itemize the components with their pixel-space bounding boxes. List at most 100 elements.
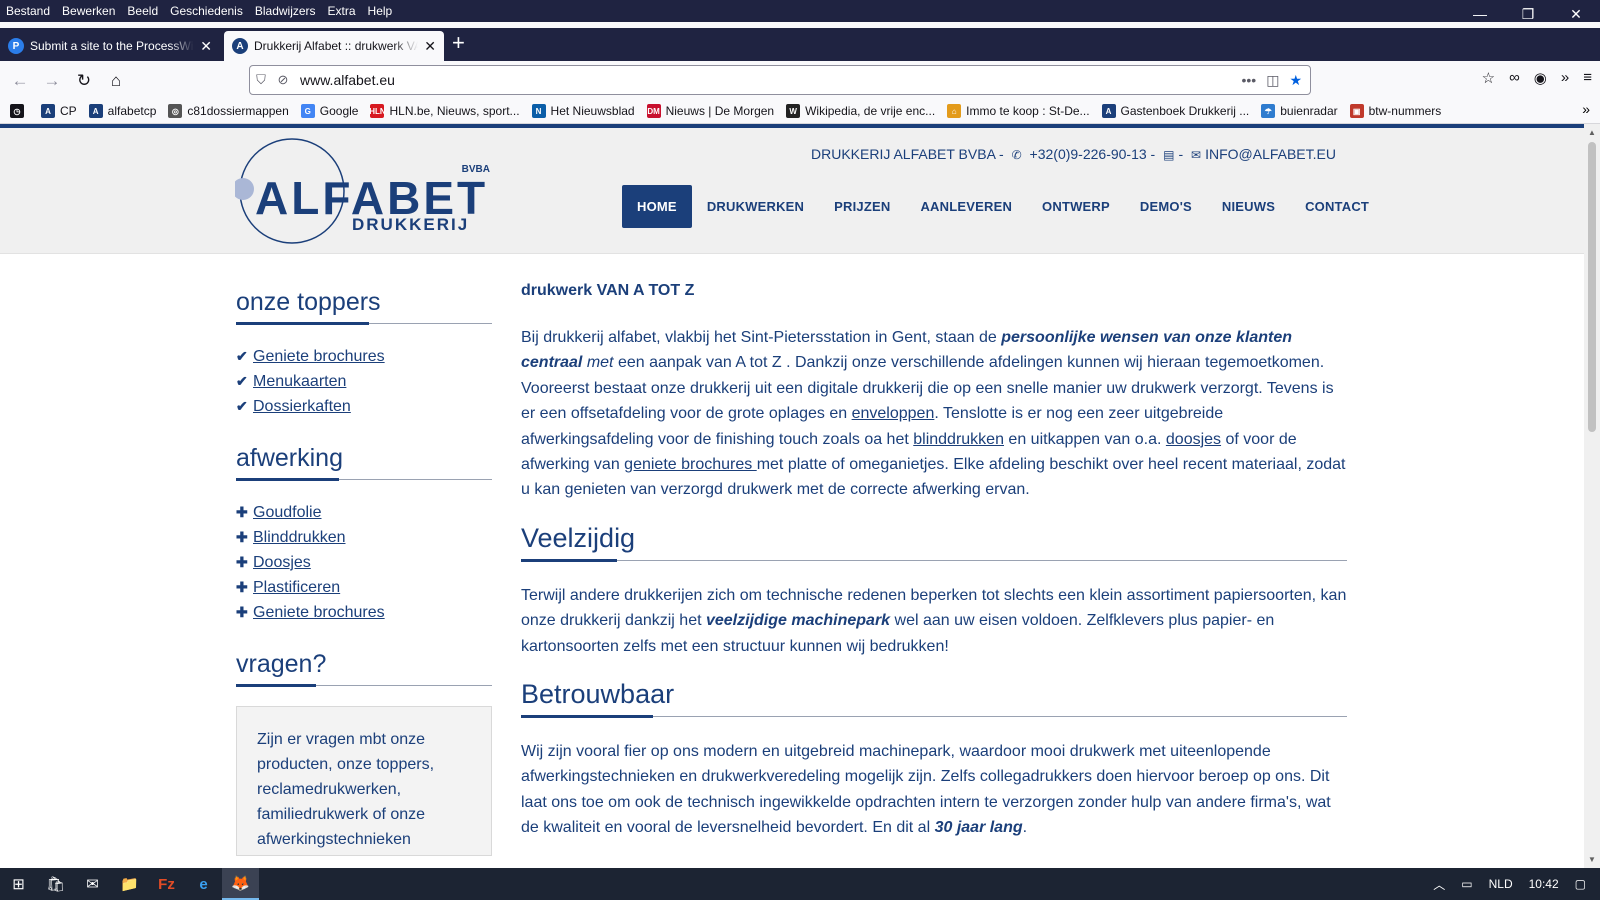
reload-icon[interactable]: ↻ — [71, 68, 97, 94]
bookmark-star-icon[interactable]: ★ — [1289, 72, 1302, 89]
menu-geschiedenis[interactable]: Geschiedenis — [164, 4, 249, 18]
bookmark-item[interactable]: A Gastenboek Drukkerij ... — [1101, 104, 1249, 118]
topper-link[interactable]: Dossierkaften — [253, 394, 351, 419]
tab-title: Submit a site to the ProcessWire — [30, 39, 195, 53]
afwerking-link[interactable]: Doosjes — [253, 550, 311, 575]
start-button[interactable]: ⊞ — [0, 868, 37, 900]
menu-help[interactable]: Help — [362, 4, 399, 18]
tab-processwire[interactable]: P Submit a site to the ProcessWire ✕ — [0, 31, 220, 61]
afwerking-link[interactable]: Blinddrukken — [253, 525, 346, 550]
taskbar: ⊞ 🛍 ✉ 📁 Fz e 🦊 ︿ ▭ NLD 10:42 ▢ — [0, 868, 1600, 900]
nav-home[interactable]: HOME — [622, 185, 692, 228]
topper-link[interactable]: Menukaarten — [253, 369, 346, 394]
menu-beeld[interactable]: Beeld — [121, 4, 164, 18]
close-window-button[interactable]: ✕ — [1552, 0, 1600, 28]
url-input[interactable] — [300, 72, 1242, 88]
bookmarks-more-icon[interactable]: » — [1582, 101, 1590, 117]
enveloppen-link[interactable]: enveloppen — [852, 405, 935, 422]
url-bar[interactable]: ⛉ ⊘ ••• ◫ ★ — [249, 65, 1311, 95]
close-tab-icon[interactable]: ✕ — [200, 38, 212, 55]
bookmark-item[interactable]: ☂ buienradar — [1261, 104, 1338, 118]
doosjes-link[interactable]: doosjes — [1166, 431, 1221, 448]
bookmark-favicon-icon: ▣ — [1349, 104, 1364, 118]
page-actions-icon[interactable]: ••• — [1241, 72, 1256, 89]
bookmark-item[interactable]: HLN HLN.be, Nieuws, sport... — [369, 104, 520, 118]
tab-alfabet[interactable]: A Drukkerij Alfabet :: drukwerk VAN ✕ — [224, 31, 444, 61]
edge-icon[interactable]: e — [185, 868, 222, 900]
nav-drukwerken[interactable]: DRUKWERKEN — [692, 185, 819, 228]
geniete-brochures-link[interactable]: geniete brochures — [624, 456, 757, 473]
menu-bladwijzers[interactable]: Bladwijzers — [249, 4, 322, 18]
nav-nieuws[interactable]: NIEUWS — [1207, 185, 1290, 228]
web-page: BVBA ALFABET DRUKKERIJ DRUKKERIJ ALFABET… — [0, 124, 1584, 868]
alfabet-logo[interactable]: BVBA ALFABET DRUKKERIJ — [235, 138, 505, 244]
bookmark-item[interactable]: Aalfabetcp — [88, 104, 157, 118]
overflow-chevron-icon[interactable]: » — [1561, 69, 1569, 87]
battery-icon[interactable]: ▭ — [1461, 877, 1472, 891]
sidebar: onze toppers ✔ Geniete brochures ✔ Menukaa… — [236, 288, 492, 856]
account-icon[interactable]: ◉ — [1534, 69, 1547, 87]
minimize-button[interactable]: — — [1456, 0, 1504, 28]
bookmark-item[interactable]: DM Nieuws | De Morgen — [646, 104, 774, 118]
afwerking-link[interactable]: Plastificeren — [253, 575, 340, 600]
toppers-heading-text: onze toppers — [236, 288, 381, 316]
bookmark-favicon-icon: DM — [646, 104, 661, 118]
scroll-down-icon[interactable]: ▼ — [1588, 855, 1596, 864]
menu-extra[interactable]: Extra — [322, 4, 362, 18]
nav-prijzen[interactable]: PRIJZEN — [819, 185, 905, 228]
system-tray: ︿ ▭ NLD 10:42 ▢ — [1425, 868, 1600, 900]
notification-icon[interactable]: ▢ — [1575, 877, 1586, 891]
bookmark-item[interactable]: ◷ — [10, 104, 29, 118]
bookmark-label: alfabetcp — [107, 104, 157, 118]
tray-chevron-icon[interactable]: ︿ — [1433, 876, 1445, 893]
bookmark-item[interactable]: W Wikipedia, de vrije enc... — [786, 104, 935, 118]
afwerking-link[interactable]: Geniete brochures — [253, 600, 385, 625]
tracking-protection-icon[interactable]: ⊘ — [272, 72, 294, 88]
email-link[interactable]: INFO@ALFABET.EU — [1205, 146, 1336, 162]
nav-demos[interactable]: DEMO'S — [1125, 185, 1207, 228]
forward-icon[interactable]: → — [39, 68, 65, 94]
menu-bewerken[interactable]: Bewerken — [56, 4, 121, 18]
bookmark-label: Wikipedia, de vrije enc... — [805, 104, 936, 118]
phone-icon: ✆ — [1011, 148, 1022, 162]
bookmark-item[interactable]: ⌂ Immo te koop : St-De... — [947, 104, 1090, 118]
clock[interactable]: 10:42 — [1529, 877, 1559, 891]
nav-contact[interactable]: CONTACT — [1290, 185, 1384, 228]
scroll-thumb[interactable] — [1588, 142, 1596, 432]
new-tab-button[interactable]: + — [452, 32, 465, 54]
scroll-up-icon[interactable]: ▲ — [1588, 128, 1596, 137]
bookmark-label: Het Nieuwsblad — [550, 104, 635, 118]
language-indicator[interactable]: NLD — [1489, 877, 1513, 891]
nav-aanleveren[interactable]: AANLEVEREN — [905, 185, 1027, 228]
bookmark-item[interactable]: ▣ btw-nummers — [1349, 104, 1441, 118]
filezilla-icon[interactable]: Fz — [148, 868, 185, 900]
topper-link[interactable]: Geniete brochures — [253, 344, 385, 369]
phone-number[interactable]: +32(0)9-226-90-13 - — [1030, 146, 1156, 162]
blinddrukken-link[interactable]: blinddrukken — [913, 431, 1004, 448]
bookmark-favicon-icon: A — [41, 104, 55, 118]
menu-bestand[interactable]: Bestand — [0, 4, 56, 18]
home-icon[interactable]: ⌂ — [103, 68, 129, 94]
hamburger-menu-icon[interactable]: ≡ — [1583, 69, 1592, 87]
plus-icon: ✚ — [236, 554, 248, 570]
restore-button[interactable]: ❐ — [1504, 0, 1552, 28]
page-scrollbar[interactable]: ▲ ▼ — [1584, 124, 1600, 868]
bookmark-item[interactable]: N Het Nieuwsblad — [531, 104, 635, 118]
bookmark-item[interactable]: G Google — [300, 104, 358, 118]
list-item: ✚ Blinddrukken — [236, 525, 492, 550]
mail-app-icon[interactable]: ✉ — [74, 868, 111, 900]
private-mask-icon[interactable]: ∞ — [1509, 69, 1520, 87]
library-icon[interactable]: ☆ — [1482, 69, 1495, 87]
bookmark-item[interactable]: ◎ c81dossiermappen — [168, 104, 289, 118]
afwerking-link[interactable]: Goudfolie — [253, 500, 322, 525]
shield-icon[interactable]: ⛉ — [250, 72, 272, 88]
file-explorer-icon[interactable]: 📁 — [111, 868, 148, 900]
pocket-icon[interactable]: ◫ — [1266, 72, 1279, 89]
close-tab-icon[interactable]: ✕ — [424, 38, 436, 55]
back-icon[interactable]: ← — [7, 68, 33, 94]
nav-ontwerp[interactable]: ONTWERP — [1027, 185, 1125, 228]
bookmark-item[interactable]: A CP — [41, 104, 77, 118]
heading-accent — [236, 478, 339, 481]
store-icon[interactable]: 🛍 — [37, 868, 74, 900]
firefox-icon[interactable]: 🦊 — [222, 868, 259, 900]
